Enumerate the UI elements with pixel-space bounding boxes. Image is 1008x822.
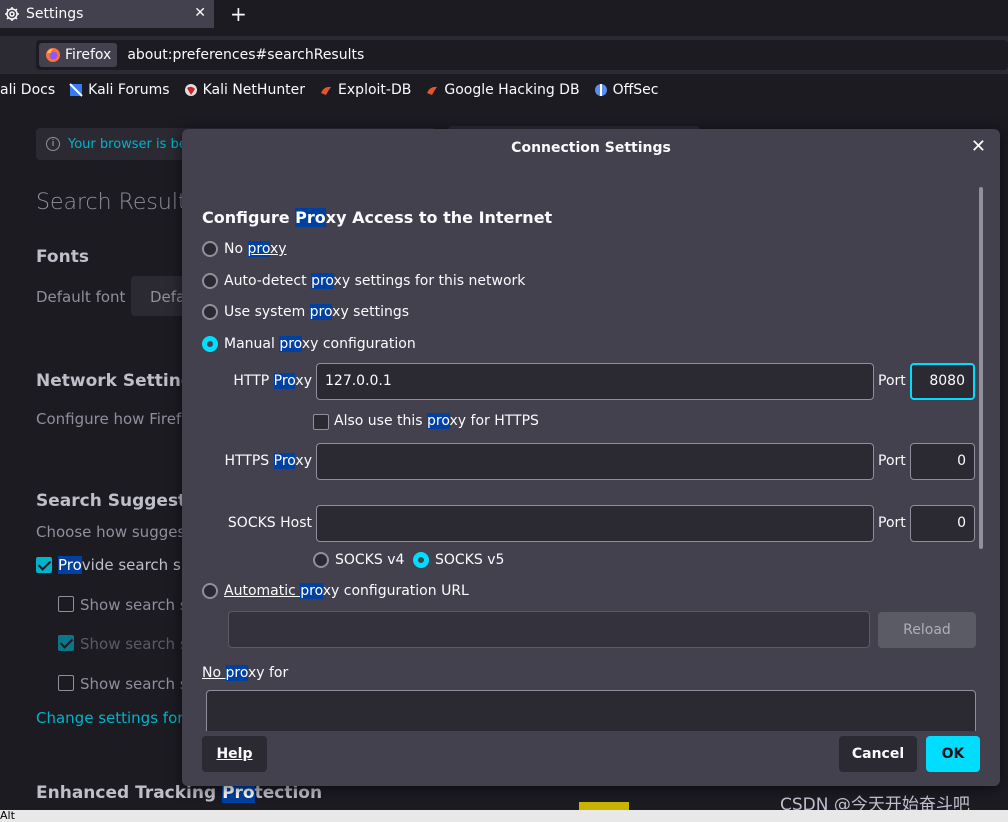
default-font-label: Default font xyxy=(36,288,126,306)
bookmark-label: ali Docs xyxy=(0,82,56,98)
https-proxy-input[interactable] xyxy=(316,443,874,480)
notice-text: Your browser is be xyxy=(68,136,187,152)
manual-proxy-option[interactable]: Manual proxy configuration xyxy=(202,336,416,352)
manual-proxy-radio[interactable] xyxy=(202,336,218,352)
no-proxy-label: No proxy xyxy=(224,241,287,257)
system-proxy-radio[interactable] xyxy=(202,304,218,320)
also-https-label: Also use this proxy for HTTPS xyxy=(334,413,539,429)
show-suggestions-label-3: Show search s xyxy=(80,675,188,693)
http-port-label: Port xyxy=(878,373,906,389)
auto-proxy-url-input[interactable] xyxy=(228,611,870,648)
http-proxy-input[interactable]: 127.0.0.1 xyxy=(316,363,874,400)
bookmark-kali-nethunter[interactable]: Kali NetHunter xyxy=(184,82,305,98)
identity-label: Firefox xyxy=(65,47,112,63)
dialog-title: Connection Settings xyxy=(511,140,671,156)
search-suggestions-text: Choose how suggest xyxy=(36,523,192,541)
auto-proxy-url-label: Automatic proxy configuration URL xyxy=(224,583,469,599)
gear-icon xyxy=(5,7,19,21)
provide-suggestions-label: Provide search su xyxy=(58,556,191,574)
bookmark-offsec[interactable]: OffSec xyxy=(594,82,659,98)
no-proxy-option[interactable]: No proxy xyxy=(202,241,287,257)
socks-v4-label: SOCKS v4 xyxy=(335,552,405,568)
connection-settings-dialog: Connection Settings ✕ Configure Proxy Ac… xyxy=(182,129,1000,786)
ghdb-icon xyxy=(427,86,438,95)
close-icon[interactable]: ✕ xyxy=(194,5,206,21)
info-icon: i xyxy=(46,137,60,151)
bookmark-exploit-db[interactable]: Exploit-DB xyxy=(319,82,411,98)
auto-proxy-url-option[interactable]: Automatic proxy configuration URL xyxy=(202,583,469,599)
auto-detect-label: Auto-detect proxy settings for this netw… xyxy=(224,273,526,289)
network-settings-heading: Network Settings xyxy=(36,371,204,391)
page-title: Search Results xyxy=(36,190,199,215)
exploit-db-icon xyxy=(321,86,332,95)
fonts-heading: Fonts xyxy=(36,247,89,267)
bookmark-kali-forums[interactable]: Kali Forums xyxy=(69,82,170,98)
nethunter-icon xyxy=(184,84,197,96)
bookmarks-toolbar: ali Docs Kali Forums Kali NetHunter Expl… xyxy=(0,76,1008,104)
system-proxy-option[interactable]: Use system proxy settings xyxy=(202,304,409,320)
reload-button[interactable]: Reload xyxy=(878,612,976,648)
bookmark-kali-docs[interactable]: ali Docs xyxy=(0,82,55,98)
url-text[interactable]: about:preferences#searchResults xyxy=(127,47,364,63)
socks-v5-option[interactable]: SOCKS v5 xyxy=(413,552,504,568)
socks-v4-option[interactable]: SOCKS v4 xyxy=(313,552,404,568)
socks-host-label: SOCKS Host xyxy=(227,515,312,531)
manual-proxy-label: Manual proxy configuration xyxy=(224,336,416,352)
socks-v5-label: SOCKS v5 xyxy=(435,552,505,568)
bookmark-google-hacking-db[interactable]: Google Hacking DB xyxy=(425,82,580,98)
bookmark-label: Exploit-DB xyxy=(338,82,412,98)
cancel-button[interactable]: Cancel xyxy=(839,736,917,772)
auto-proxy-url-radio[interactable] xyxy=(202,583,218,599)
etp-heading: Enhanced Tracking Protection xyxy=(36,783,323,803)
section-heading: Configure Proxy Access to the Internet xyxy=(202,208,553,227)
show-suggestions-checkbox-1[interactable] xyxy=(58,596,74,612)
https-port-label: Port xyxy=(878,453,906,469)
tab-title: Settings xyxy=(26,6,84,22)
tab-strip: Settings ✕ + xyxy=(0,0,1008,28)
kali-forums-icon xyxy=(69,83,83,97)
bottom-strip: Alt xyxy=(0,810,1008,822)
socks-port-label: Port xyxy=(878,515,906,531)
url-bar[interactable]: Firefox about:preferences#searchResults xyxy=(36,40,1008,70)
socks-port-input[interactable]: 0 xyxy=(910,505,975,542)
show-suggestions-label-2: Show search s xyxy=(80,635,188,653)
socks-v5-radio[interactable] xyxy=(413,552,429,568)
search-suggestions-heading: Search Suggestio xyxy=(36,491,204,511)
new-tab-button[interactable]: + xyxy=(230,2,247,26)
also-https-checkbox[interactable] xyxy=(313,414,329,430)
no-proxy-radio[interactable] xyxy=(202,241,218,257)
close-icon[interactable]: ✕ xyxy=(971,138,986,156)
bookmark-label: Kali Forums xyxy=(88,82,170,98)
show-suggestions-checkbox-2[interactable] xyxy=(58,635,74,651)
bookmark-label: Google Hacking DB xyxy=(444,82,580,98)
change-settings-link[interactable]: Change settings for xyxy=(36,709,183,727)
https-port-input[interactable]: 0 xyxy=(910,443,975,480)
http-proxy-label: HTTP Proxy xyxy=(233,373,312,389)
http-port-input[interactable]: 8080 xyxy=(910,363,975,400)
socks-v4-radio[interactable] xyxy=(313,552,329,568)
bookmark-label: Kali NetHunter xyxy=(202,82,306,98)
show-suggestions-label-1: Show search s xyxy=(80,596,188,614)
nav-bar: Firefox about:preferences#searchResults xyxy=(0,36,1008,74)
no-proxy-for-label: No proxy for xyxy=(202,665,289,681)
tab-settings[interactable]: Settings ✕ xyxy=(0,0,214,28)
socks-host-input[interactable] xyxy=(316,505,874,542)
auto-detect-radio[interactable] xyxy=(202,273,218,289)
ok-button[interactable]: OK xyxy=(926,736,980,772)
help-button[interactable]: Help xyxy=(202,736,267,772)
dialog-body: Configure Proxy Access to the Internet N… xyxy=(182,167,1000,786)
https-proxy-label: HTTPS Proxy xyxy=(224,453,312,469)
provide-suggestions-checkbox[interactable] xyxy=(36,557,52,573)
firefox-logo-icon xyxy=(46,48,60,62)
offsec-icon xyxy=(594,84,607,96)
bookmark-label: OffSec xyxy=(612,82,659,98)
system-proxy-label: Use system proxy settings xyxy=(224,304,410,320)
show-suggestions-checkbox-3[interactable] xyxy=(58,675,74,691)
highlight-bar xyxy=(579,802,629,810)
identity-box[interactable]: Firefox xyxy=(39,43,118,67)
network-settings-text: Configure how Firefo xyxy=(36,410,191,428)
dialog-footer: Help Cancel OK xyxy=(182,731,1000,786)
auto-detect-option[interactable]: Auto-detect proxy settings for this netw… xyxy=(202,273,525,289)
